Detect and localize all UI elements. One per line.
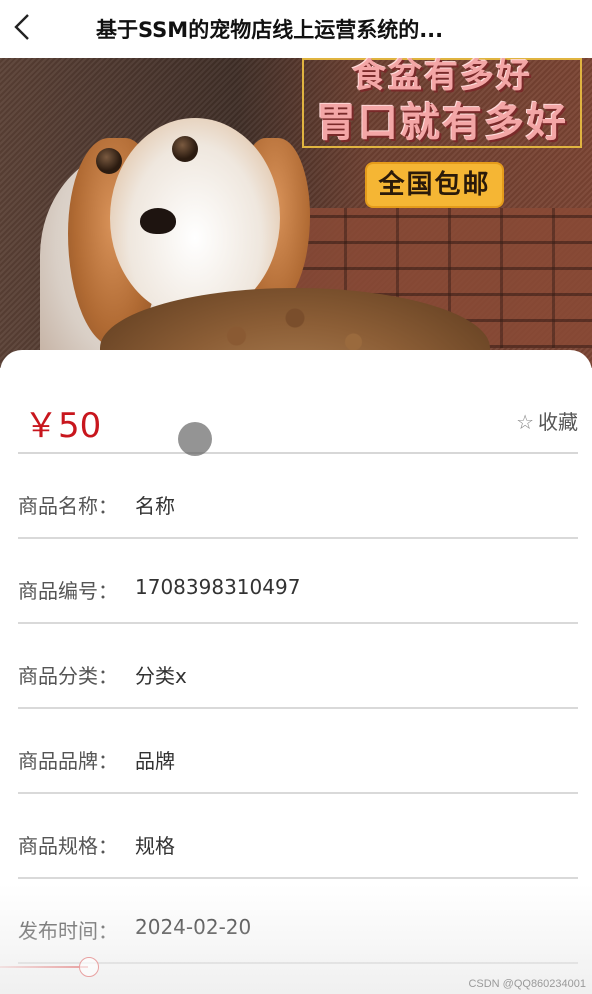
info-row-category: 商品分类： 分类x bbox=[18, 622, 578, 709]
price-row: ￥50 ☆ 收藏 bbox=[18, 378, 578, 454]
favorite-label: 收藏 bbox=[538, 410, 578, 434]
info-label: 发布时间： bbox=[18, 919, 118, 943]
info-label: 商品分类： bbox=[18, 664, 118, 688]
info-value: 名称 bbox=[135, 494, 175, 518]
product-price: ￥50 bbox=[24, 406, 102, 446]
product-banner-image: 食盆有多好 胃口就有多好 全国包邮 bbox=[0, 58, 592, 368]
back-chevron-left-icon[interactable] bbox=[10, 12, 38, 42]
ad-slogan-frame: 食盆有多好 胃口就有多好 bbox=[302, 58, 582, 148]
info-row-brand: 商品品牌： 品牌 bbox=[18, 707, 578, 794]
info-row-name: 商品名称： 名称 bbox=[18, 452, 578, 539]
product-detail-card: ￥50 ☆ 收藏 商品名称： 名称 商品编号： 1708398310497 商品分… bbox=[0, 350, 592, 994]
info-label: 商品编号： bbox=[18, 579, 118, 603]
info-value: 规格 bbox=[135, 834, 175, 858]
info-row-number: 商品编号： 1708398310497 bbox=[18, 537, 578, 624]
top-nav-bar: 基于SSM的宠物店线上运营系统的... bbox=[0, 0, 592, 58]
info-row-publish-time: 发布时间： 2024-02-20 bbox=[18, 877, 578, 964]
info-row-spec: 商品规格： 规格 bbox=[18, 792, 578, 879]
info-value: 品牌 bbox=[135, 749, 175, 773]
favorite-button[interactable]: ☆ 收藏 bbox=[516, 406, 578, 435]
csdn-watermark: CSDN @QQ860234001 bbox=[468, 978, 586, 990]
info-value: 分类x bbox=[135, 664, 187, 688]
info-label: 商品规格： bbox=[18, 834, 118, 858]
info-label: 商品名称： bbox=[18, 494, 118, 518]
touch-indicator bbox=[178, 422, 212, 456]
info-value: 2024-02-20 bbox=[135, 915, 252, 939]
info-label: 商品品牌： bbox=[18, 749, 118, 773]
info-value: 1708398310497 bbox=[135, 575, 301, 599]
scroll-progress-line bbox=[0, 966, 88, 968]
free-shipping-badge: 全国包邮 bbox=[365, 162, 504, 208]
scroll-progress-knob[interactable] bbox=[79, 957, 99, 977]
page-title: 基于SSM的宠物店线上运营系统的... bbox=[96, 18, 444, 42]
star-outline-icon: ☆ bbox=[516, 410, 534, 434]
ad-slogan-line2: 胃口就有多好 bbox=[316, 100, 568, 146]
